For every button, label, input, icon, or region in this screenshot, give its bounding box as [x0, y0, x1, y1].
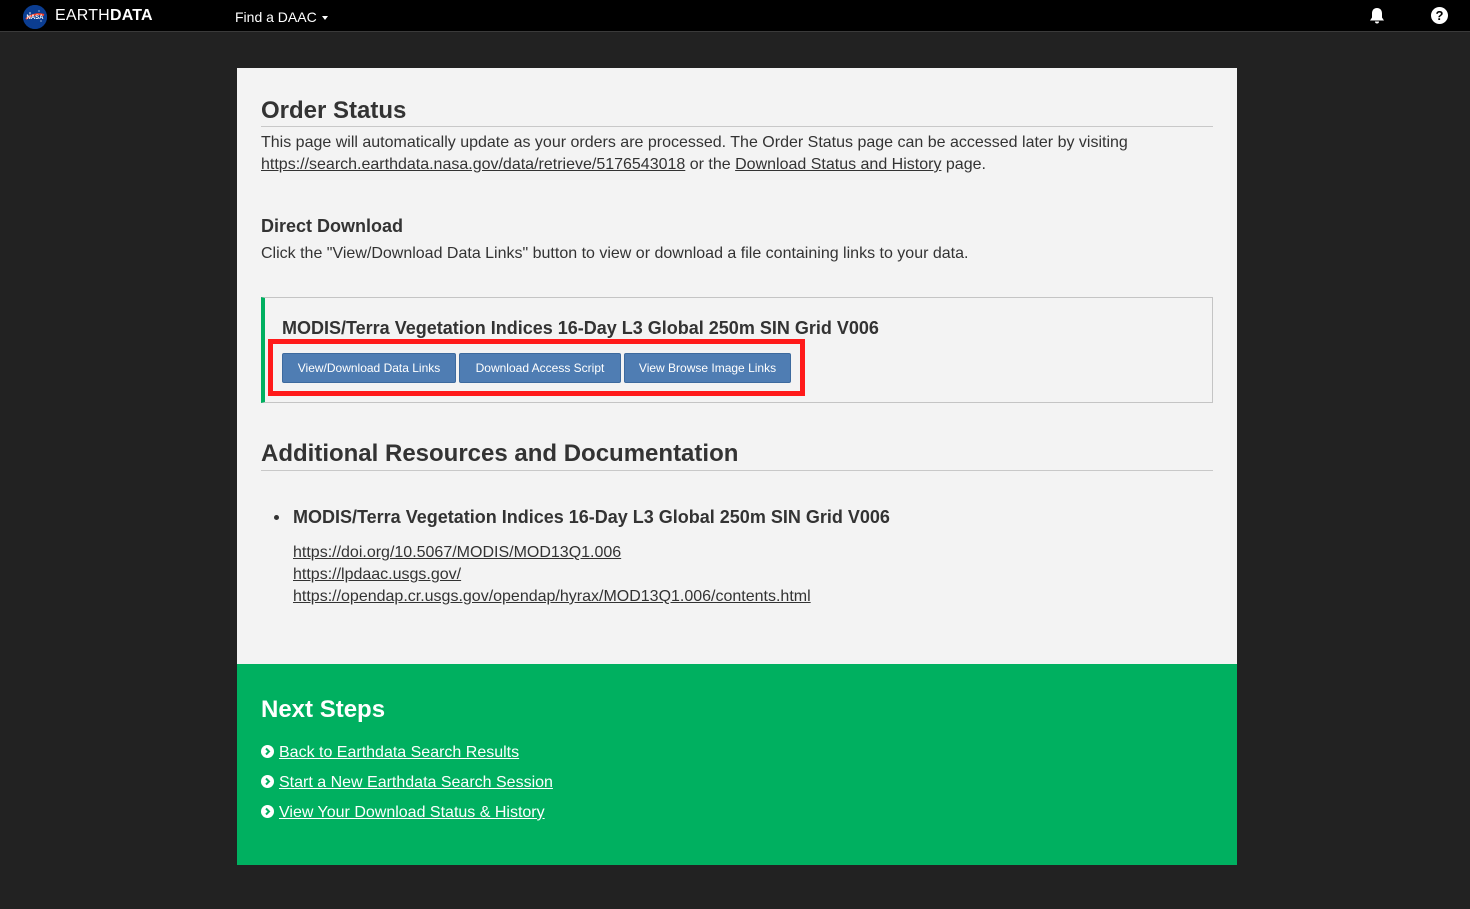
direct-download-title: Direct Download [261, 216, 404, 236]
order-status-intro: This page will automatically update as y… [261, 132, 1213, 176]
order-status-divider [261, 126, 1213, 127]
brand-bold-text: DATA [109, 7, 153, 24]
next-step-download-history[interactable]: View Your Download Status & History [261, 804, 545, 824]
collection-title: MODIS/Terra Vegetation Indices 16-Day L3… [282, 318, 879, 338]
retrieve-url-link[interactable]: https://search.earthdata.nasa.gov/data/r… [261, 156, 685, 173]
list-bullet [274, 515, 279, 520]
resources-divider [261, 470, 1213, 471]
view-browse-image-links-button[interactable]: View Browse Image Links [624, 353, 791, 383]
chevron-circle-right-icon [261, 775, 274, 788]
caret-down-icon [321, 16, 328, 21]
collection-download-card: MODIS/Terra Vegetation Indices 16-Day L3… [261, 297, 1213, 403]
next-step-back-to-results[interactable]: Back to Earthdata Search Results [261, 744, 519, 764]
download-history-link[interactable]: Download Status and History [735, 156, 941, 173]
additional-resources-title: Additional Resources and Documentation [261, 440, 739, 467]
next-steps-title: Next Steps [261, 696, 386, 723]
question-circle-icon[interactable]: ? [1431, 7, 1448, 24]
page-text: page. [945, 156, 986, 173]
find-daac-label: Find a DAAC [235, 9, 317, 25]
order-status-panel: Order Status This page will automaticall… [237, 68, 1237, 664]
download-buttons-highlight: View/Download Data Links Download Access… [268, 339, 805, 396]
doi-link[interactable]: https://doi.org/10.5067/MODIS/MOD13Q1.00… [293, 542, 811, 564]
brand-light-text: EARTH [55, 7, 110, 24]
back-to-results-link[interactable]: Back to Earthdata Search Results [279, 744, 519, 761]
nasa-logo-icon[interactable]: NASA [23, 5, 47, 29]
download-access-script-button[interactable]: Download Access Script [459, 353, 621, 383]
bell-icon[interactable] [1367, 6, 1387, 26]
chevron-circle-right-icon [261, 745, 274, 758]
resource-collection-title: MODIS/Terra Vegetation Indices 16-Day L3… [293, 507, 890, 527]
lpdaac-link[interactable]: https://lpdaac.usgs.gov/ [293, 564, 811, 586]
top-nav-bar: NASA EARTHDATA Find a DAAC ? [0, 0, 1470, 32]
next-steps-panel: Next Steps Back to Earthdata Search Resu… [237, 664, 1237, 865]
chevron-circle-right-icon [261, 805, 274, 818]
resource-links-list: https://doi.org/10.5067/MODIS/MOD13Q1.00… [293, 542, 811, 608]
or-the-text: or the [689, 156, 731, 173]
intro-text: This page will automatically update as y… [261, 134, 1128, 151]
svg-text:NASA: NASA [26, 15, 44, 21]
view-download-data-links-button[interactable]: View/Download Data Links [282, 353, 456, 383]
download-status-history-link[interactable]: View Your Download Status & History [279, 804, 545, 821]
new-search-session-link[interactable]: Start a New Earthdata Search Session [279, 774, 553, 791]
order-status-title: Order Status [261, 97, 407, 124]
direct-download-description: Click the "View/Download Data Links" but… [261, 245, 969, 262]
opendap-link[interactable]: https://opendap.cr.usgs.gov/opendap/hyra… [293, 586, 811, 608]
next-step-new-session[interactable]: Start a New Earthdata Search Session [261, 774, 553, 794]
find-daac-menu[interactable]: Find a DAAC [235, 9, 328, 25]
earthdata-brand[interactable]: EARTHDATA [55, 7, 153, 25]
